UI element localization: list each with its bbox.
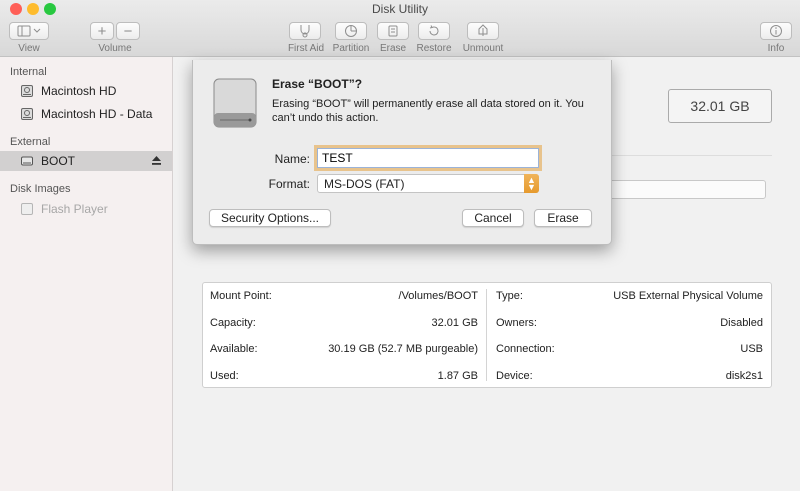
- erase-button[interactable]: [377, 22, 409, 40]
- unmount-button[interactable]: [467, 22, 499, 40]
- internal-disk-icon: [21, 108, 33, 120]
- eject-icon: [478, 24, 488, 36]
- external-disk-icon: [213, 78, 257, 128]
- sidebar: Internal Macintosh HD Macintosh HD - Dat…: [0, 57, 173, 491]
- add-volume-button[interactable]: +: [90, 22, 114, 40]
- dialog-message: Erasing “BOOT” will permanently erase al…: [272, 98, 584, 124]
- window-title: Disk Utility: [372, 2, 428, 16]
- external-disk-icon: [21, 156, 33, 166]
- info-label: Mount Point:: [210, 290, 272, 302]
- partition-label: Partition: [332, 43, 370, 54]
- erase-label: Erase: [379, 43, 407, 54]
- info-label: Capacity:: [210, 317, 256, 329]
- sidebar-header-internal: Internal: [10, 66, 47, 78]
- info-value: disk2s1: [725, 370, 763, 382]
- info-label: Available:: [210, 343, 258, 355]
- dialog-title: Erase “BOOT”?: [272, 77, 363, 91]
- sidebar-item-label: Flash Player: [41, 202, 108, 216]
- restore-label: Restore: [416, 43, 452, 54]
- sidebar-item-macintosh-hd[interactable]: Macintosh HD: [0, 81, 172, 101]
- format-select[interactable]: MS-DOS (FAT) ▲ ▼: [317, 174, 539, 193]
- disk-image-icon: [21, 203, 33, 215]
- info-value: USB External Physical Volume: [613, 290, 763, 302]
- info-value: 1.87 GB: [437, 370, 478, 382]
- info-icon: [770, 25, 782, 37]
- sidebar-item-flash-player[interactable]: Flash Player: [0, 199, 172, 219]
- sidebar-item-label: Macintosh HD: [41, 84, 117, 98]
- name-input[interactable]: [317, 148, 539, 168]
- erase-dialog: Erase “BOOT”? Erasing “BOOT” will perman…: [192, 60, 612, 245]
- format-label: Format:: [268, 177, 310, 191]
- eraser-icon: [388, 25, 398, 37]
- sidebar-item-label: BOOT: [41, 154, 76, 168]
- info-label: Device:: [496, 370, 533, 382]
- view-label: View: [18, 43, 40, 54]
- info-value: 32.01 GB: [431, 317, 478, 329]
- info-divider: [486, 289, 487, 381]
- name-label: Name:: [274, 152, 310, 166]
- usage-bar: [592, 180, 766, 199]
- volume-label: Volume: [98, 43, 132, 54]
- sidebar-item-boot[interactable]: BOOT: [0, 151, 172, 171]
- partition-button[interactable]: [335, 22, 367, 40]
- restore-icon: [429, 25, 439, 36]
- info-button[interactable]: [760, 22, 792, 40]
- sidebar-view-icon: [17, 25, 41, 37]
- info-value: USB: [740, 343, 763, 355]
- toolbar: Disk Utility View + − Volume First Aid P…: [0, 0, 800, 57]
- internal-disk-icon: [21, 85, 33, 97]
- remove-volume-button[interactable]: −: [116, 22, 140, 40]
- chevron-up-down-icon: ▲ ▼: [524, 174, 539, 193]
- info-label: Type:: [496, 290, 523, 302]
- unmount-label: Unmount: [462, 43, 504, 54]
- info-value: Disabled: [720, 317, 763, 329]
- info-label: Connection:: [496, 343, 555, 355]
- format-value: MS-DOS (FAT): [324, 176, 405, 191]
- divider: [592, 155, 772, 156]
- capacity-display: 32.01 GB: [668, 89, 772, 123]
- first-aid-label: First Aid: [287, 43, 325, 54]
- security-options-button[interactable]: Security Options...: [209, 209, 331, 227]
- view-button[interactable]: [9, 22, 49, 40]
- erase-confirm-button[interactable]: Erase: [534, 209, 592, 227]
- sidebar-item-macintosh-hd-data[interactable]: Macintosh HD - Data: [0, 104, 172, 124]
- first-aid-button[interactable]: [289, 22, 321, 40]
- info-value: 30.19 GB (52.7 MB purgeable): [328, 343, 478, 355]
- info-table: Mount Point: /Volumes/BOOT Capacity: 32.…: [202, 282, 772, 388]
- pie-chart-icon: [345, 25, 357, 37]
- cancel-button[interactable]: Cancel: [462, 209, 524, 227]
- sidebar-header-external: External: [10, 136, 51, 148]
- sidebar-header-disk-images: Disk Images: [10, 183, 71, 195]
- sidebar-item-label: Macintosh HD - Data: [41, 107, 153, 121]
- info-value: /Volumes/BOOT: [398, 290, 478, 302]
- eject-icon[interactable]: [151, 155, 162, 166]
- info-label: Used:: [210, 370, 239, 382]
- info-label: Owners:: [496, 317, 537, 329]
- info-label: Info: [767, 43, 785, 54]
- stethoscope-icon: [300, 25, 310, 38]
- restore-button[interactable]: [418, 22, 450, 40]
